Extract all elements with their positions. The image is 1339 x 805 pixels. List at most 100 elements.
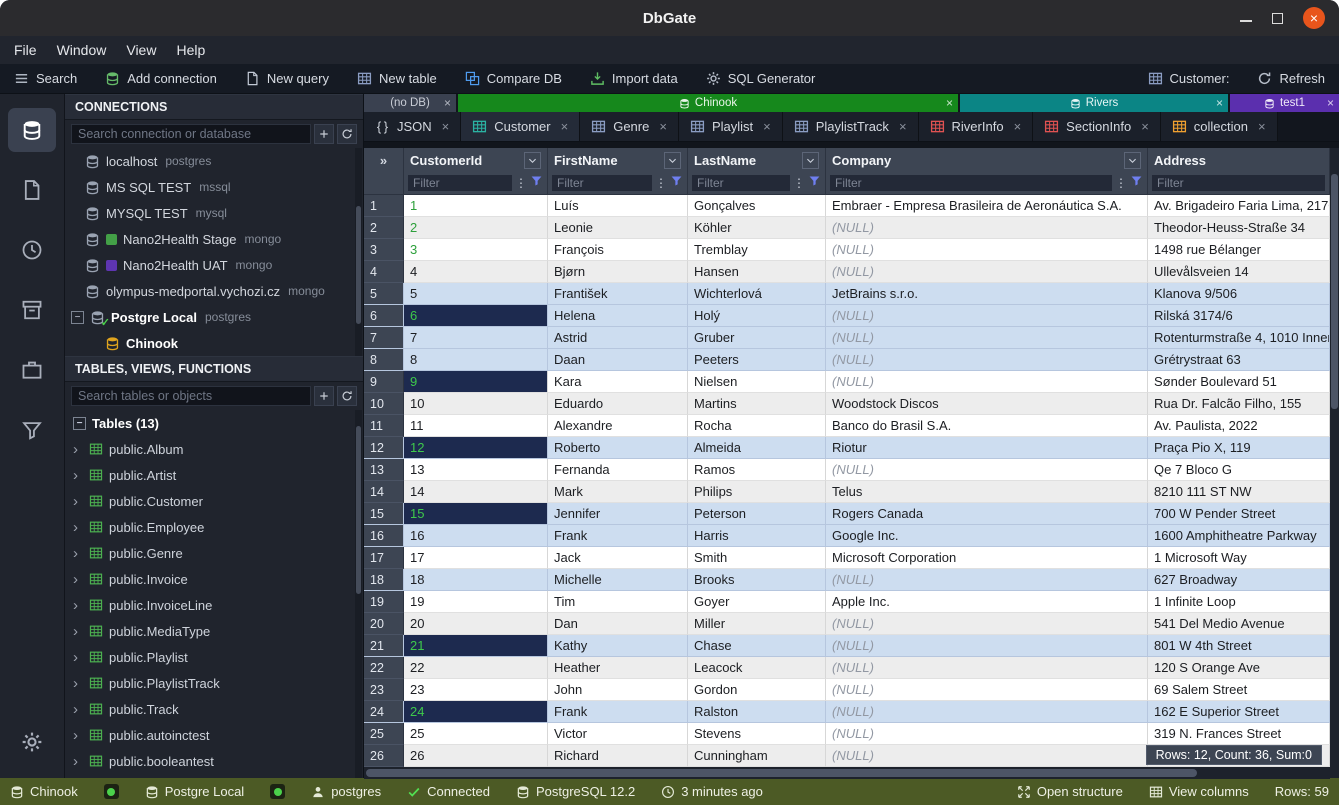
cell-company[interactable]: (NULL) bbox=[826, 635, 1148, 657]
row-number[interactable]: 24 bbox=[364, 701, 404, 723]
column-header-address[interactable]: Address bbox=[1148, 148, 1330, 172]
connection-item[interactable]: MS SQL TESTmssql bbox=[65, 174, 363, 200]
chevron-right-icon[interactable]: › bbox=[73, 727, 83, 744]
cell-customerid[interactable]: 19 bbox=[404, 591, 548, 613]
cell-customerid[interactable]: 2 bbox=[404, 217, 548, 239]
rail-item-filters[interactable] bbox=[8, 408, 56, 452]
cell-lastname[interactable]: Smith bbox=[688, 547, 826, 569]
cell-customerid[interactable]: 15 bbox=[404, 503, 548, 525]
toolbar-button-search[interactable]: Search bbox=[0, 64, 91, 93]
rail-item-connections[interactable] bbox=[8, 108, 56, 152]
expand-columns-button[interactable]: » bbox=[364, 148, 404, 172]
cell-address[interactable]: Klanova 9/506 bbox=[1148, 283, 1330, 305]
cell-address[interactable]: Sønder Boulevard 51 bbox=[1148, 371, 1330, 393]
cell-customerid[interactable]: 8 bbox=[404, 349, 548, 371]
cell-firstname[interactable]: Jennifer bbox=[548, 503, 688, 525]
row-number[interactable]: 2 bbox=[364, 217, 404, 239]
cell-lastname[interactable]: Wichterlová bbox=[688, 283, 826, 305]
row-number[interactable]: 9 bbox=[364, 371, 404, 393]
chevron-right-icon[interactable]: › bbox=[73, 571, 83, 588]
table-item[interactable]: ›public.booleantest bbox=[65, 748, 363, 774]
horizontal-scrollbar-thumb[interactable] bbox=[366, 769, 1197, 777]
cell-company[interactable]: (NULL) bbox=[826, 371, 1148, 393]
db-tab-test1[interactable]: test1× bbox=[1230, 94, 1339, 112]
column-menu-button[interactable] bbox=[802, 152, 819, 169]
connection-item[interactable]: localhostpostgres bbox=[65, 148, 363, 174]
menu-help[interactable]: Help bbox=[166, 36, 215, 64]
cell-lastname[interactable]: Nielsen bbox=[688, 371, 826, 393]
table-item[interactable]: ›public.InvoiceLine bbox=[65, 592, 363, 618]
cell-customerid[interactable]: 7 bbox=[404, 327, 548, 349]
column-menu-button[interactable] bbox=[664, 152, 681, 169]
rail-item-settings[interactable] bbox=[8, 720, 56, 764]
cell-firstname[interactable]: Jack bbox=[548, 547, 688, 569]
cell-customerid[interactable]: 25 bbox=[404, 723, 548, 745]
close-icon[interactable]: × bbox=[1258, 119, 1266, 134]
chevron-right-icon[interactable]: › bbox=[73, 441, 83, 458]
vertical-scrollbar-thumb[interactable] bbox=[1331, 174, 1338, 409]
cell-customerid[interactable]: 26 bbox=[404, 745, 548, 767]
rail-item-plugins[interactable] bbox=[8, 348, 56, 392]
tab-genre[interactable]: Genre× bbox=[580, 112, 679, 141]
cell-customerid[interactable]: 14 bbox=[404, 481, 548, 503]
refresh-tables-button[interactable] bbox=[337, 386, 357, 406]
cell-customerid[interactable]: 16 bbox=[404, 525, 548, 547]
toolbar-button-compare-db[interactable]: Compare DB bbox=[451, 64, 576, 93]
table-item[interactable]: ›public.PlaylistTrack bbox=[65, 670, 363, 696]
cell-customerid[interactable]: 11 bbox=[404, 415, 548, 437]
table-item[interactable]: ›public.autoinctest bbox=[65, 722, 363, 748]
cell-address[interactable]: Praça Pio X, 119 bbox=[1148, 437, 1330, 459]
close-icon[interactable]: × bbox=[444, 96, 451, 110]
close-button[interactable]: × bbox=[1303, 7, 1325, 29]
connection-item[interactable]: −✓Postgre Localpostgres bbox=[65, 304, 363, 330]
tab-sectioninfo[interactable]: SectionInfo× bbox=[1033, 112, 1161, 141]
cell-firstname[interactable]: Frank bbox=[548, 525, 688, 547]
cell-lastname[interactable]: Harris bbox=[688, 525, 826, 547]
cell-company[interactable]: (NULL) bbox=[826, 569, 1148, 591]
connection-item[interactable]: MYSQL TESTmysql bbox=[65, 200, 363, 226]
row-number[interactable]: 18 bbox=[364, 569, 404, 591]
cell-company[interactable]: (NULL) bbox=[826, 261, 1148, 283]
cell-address[interactable]: 319 N. Frances Street bbox=[1148, 723, 1330, 745]
vertical-scrollbar[interactable] bbox=[1330, 148, 1339, 778]
table-item[interactable]: ›public.Genre bbox=[65, 540, 363, 566]
funnel-icon[interactable] bbox=[670, 174, 683, 192]
chevron-right-icon[interactable]: › bbox=[73, 545, 83, 562]
close-icon[interactable]: × bbox=[899, 119, 907, 134]
cell-firstname[interactable]: Alexandre bbox=[548, 415, 688, 437]
row-number[interactable]: 20 bbox=[364, 613, 404, 635]
cell-company[interactable]: (NULL) bbox=[826, 239, 1148, 261]
table-item[interactable]: ›public.Customer bbox=[65, 488, 363, 514]
cell-customerid[interactable]: 22 bbox=[404, 657, 548, 679]
cell-firstname[interactable]: François bbox=[548, 239, 688, 261]
cell-address[interactable]: 700 W Pender Street bbox=[1148, 503, 1330, 525]
close-icon[interactable]: × bbox=[1327, 96, 1334, 110]
close-icon[interactable]: × bbox=[659, 119, 667, 134]
row-number[interactable]: 21 bbox=[364, 635, 404, 657]
cell-lastname[interactable]: Holý bbox=[688, 305, 826, 327]
cell-address[interactable]: 1498 rue Bélanger bbox=[1148, 239, 1330, 261]
column-header-customerid[interactable]: CustomerId bbox=[404, 148, 548, 172]
cell-address[interactable]: 1600 Amphitheatre Parkway bbox=[1148, 525, 1330, 547]
add-table-mini-button[interactable] bbox=[314, 386, 334, 406]
toolbar-button-add-connection[interactable]: Add connection bbox=[91, 64, 231, 93]
cell-firstname[interactable]: Astrid bbox=[548, 327, 688, 349]
menu-window[interactable]: Window bbox=[47, 36, 117, 64]
rail-item-archive[interactable] bbox=[8, 288, 56, 332]
cell-customerid[interactable]: 20 bbox=[404, 613, 548, 635]
cell-firstname[interactable]: Victor bbox=[548, 723, 688, 745]
cell-company[interactable]: (NULL) bbox=[826, 217, 1148, 239]
cell-company[interactable]: Banco do Brasil S.A. bbox=[826, 415, 1148, 437]
cell-company[interactable]: Apple Inc. bbox=[826, 591, 1148, 613]
chevron-right-icon[interactable]: › bbox=[73, 519, 83, 536]
row-number[interactable]: 3 bbox=[364, 239, 404, 261]
cell-lastname[interactable]: Hansen bbox=[688, 261, 826, 283]
rail-item-files[interactable] bbox=[8, 168, 56, 212]
cell-company[interactable]: (NULL) bbox=[826, 679, 1148, 701]
tables-group[interactable]: −Tables (13) bbox=[65, 410, 363, 436]
tab-customer[interactable]: Customer× bbox=[461, 112, 580, 141]
cell-address[interactable]: 1 Microsoft Way bbox=[1148, 547, 1330, 569]
db-tab-chinook[interactable]: Chinook× bbox=[458, 94, 958, 112]
cell-customerid[interactable]: 3 bbox=[404, 239, 548, 261]
chevron-right-icon[interactable]: › bbox=[73, 597, 83, 614]
